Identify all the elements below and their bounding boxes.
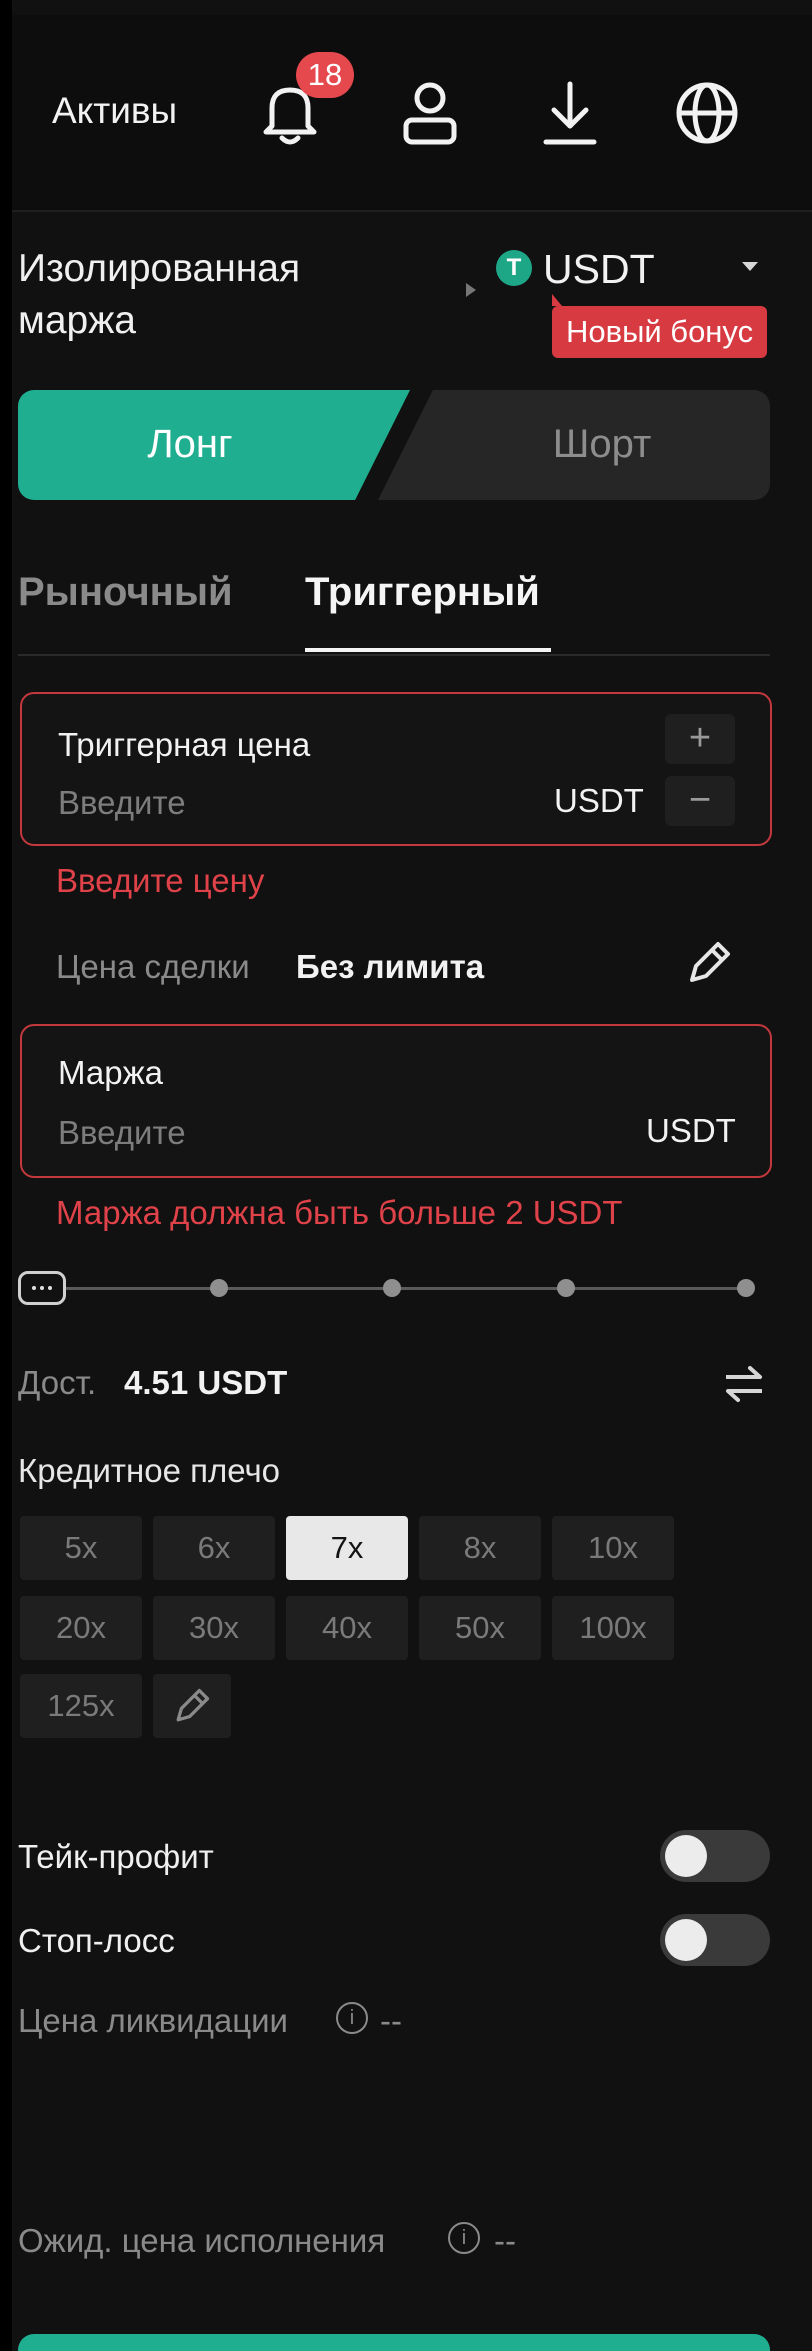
edit-icon[interactable]	[682, 936, 736, 990]
expected-price-value: --	[494, 2222, 516, 2259]
leverage-option[interactable]: 30x	[153, 1596, 275, 1660]
deal-price-label: Цена сделки	[56, 948, 250, 985]
short-button-label: Шорт	[552, 422, 652, 466]
margin-type-selector[interactable]: Изолированная маржа	[18, 243, 348, 347]
assets-link[interactable]: Активы	[52, 90, 177, 132]
top-bar-divider	[12, 210, 812, 212]
take-profit-toggle[interactable]	[660, 1830, 770, 1882]
swap-icon[interactable]	[722, 1364, 766, 1404]
leverage-option[interactable]: 10x	[552, 1516, 674, 1580]
leverage-option[interactable]: 50x	[419, 1596, 541, 1660]
margin-input[interactable]: Введите	[58, 1114, 186, 1152]
expected-price-label: Ожид. цена исполнения	[18, 2222, 386, 2259]
tab-market[interactable]: Рыночный	[18, 570, 233, 615]
side-switch: Шорт Лонг	[18, 390, 770, 500]
download-icon[interactable]	[540, 80, 600, 148]
liquidation-price-value: --	[380, 2002, 402, 2039]
leverage-option[interactable]: 8x	[419, 1516, 541, 1580]
margin-title: Маржа	[58, 1054, 163, 1091]
deal-price-value: Без лимита	[296, 948, 485, 985]
leverage-option[interactable]: 100x	[552, 1596, 674, 1660]
increment-button[interactable]: +	[665, 714, 735, 764]
long-button[interactable]: Лонг	[18, 390, 410, 500]
slider-mark-50[interactable]	[383, 1279, 401, 1297]
trigger-price-field[interactable]: Триггерная цена Введите USDT + −	[20, 692, 772, 846]
user-icon[interactable]	[398, 80, 462, 148]
globe-icon[interactable]	[674, 80, 740, 146]
left-edge	[0, 0, 12, 2351]
slider-mark-75[interactable]	[557, 1279, 575, 1297]
leverage-option[interactable]: 20x	[20, 1596, 142, 1660]
info-icon[interactable]: i	[448, 2222, 480, 2254]
slider-mark-100[interactable]	[737, 1279, 755, 1297]
available-value: 4.51 USDT	[124, 1364, 288, 1401]
chevron-down-icon[interactable]	[742, 262, 758, 271]
stop-loss-toggle[interactable]	[660, 1914, 770, 1966]
slider-mark-25[interactable]	[210, 1279, 228, 1297]
leverage-option[interactable]: 6x	[153, 1516, 275, 1580]
margin-error: Маржа должна быть больше 2 USDT	[56, 1194, 623, 1231]
leverage-option[interactable]: 125x	[20, 1674, 142, 1738]
decrement-button[interactable]: −	[665, 776, 735, 826]
leverage-custom-button[interactable]	[153, 1674, 231, 1738]
notification-badge: 18	[296, 52, 354, 98]
trigger-price-error: Введите цену	[56, 862, 265, 899]
leverage-option[interactable]: 40x	[286, 1596, 408, 1660]
leverage-option-selected[interactable]: 7x	[286, 1516, 408, 1580]
tab-divider	[18, 654, 770, 656]
leverage-title: Кредитное плечо	[18, 1452, 281, 1489]
tab-trigger[interactable]: Триггерный	[305, 570, 540, 615]
long-button-label: Лонг	[147, 422, 233, 466]
trigger-price-input[interactable]: Введите	[58, 784, 186, 822]
bonus-tooltip-tip	[552, 294, 562, 306]
info-icon[interactable]: i	[336, 2002, 368, 2034]
margin-field[interactable]: Маржа Введите USDT	[20, 1024, 772, 1178]
trigger-price-title: Триггерная цена	[58, 726, 311, 763]
tab-active-indicator	[305, 648, 551, 652]
margin-unit: USDT	[646, 1112, 736, 1149]
trade-panel: Активы 18 Изолированная маржа T USDT Нов…	[0, 0, 812, 2351]
stop-loss-label: Стоп-лосс	[18, 1922, 175, 1959]
trigger-price-unit: USDT	[554, 782, 644, 819]
usdt-coin-icon: T	[496, 250, 532, 286]
edit-icon	[176, 1688, 210, 1722]
new-bonus-badge[interactable]: Новый бонус	[552, 306, 768, 358]
coin-selector[interactable]: USDT	[543, 246, 655, 293]
available-label: Дост.	[18, 1364, 97, 1401]
slider-handle[interactable]	[18, 1271, 66, 1305]
short-button[interactable]: Шорт	[378, 390, 770, 500]
leverage-option[interactable]: 5x	[20, 1516, 142, 1580]
liquidation-price-label: Цена ликвидации	[18, 2002, 288, 2039]
submit-long-button[interactable]	[18, 2334, 770, 2351]
take-profit-label: Тейк-профит	[18, 1838, 214, 1875]
caret-right-icon	[466, 283, 476, 297]
